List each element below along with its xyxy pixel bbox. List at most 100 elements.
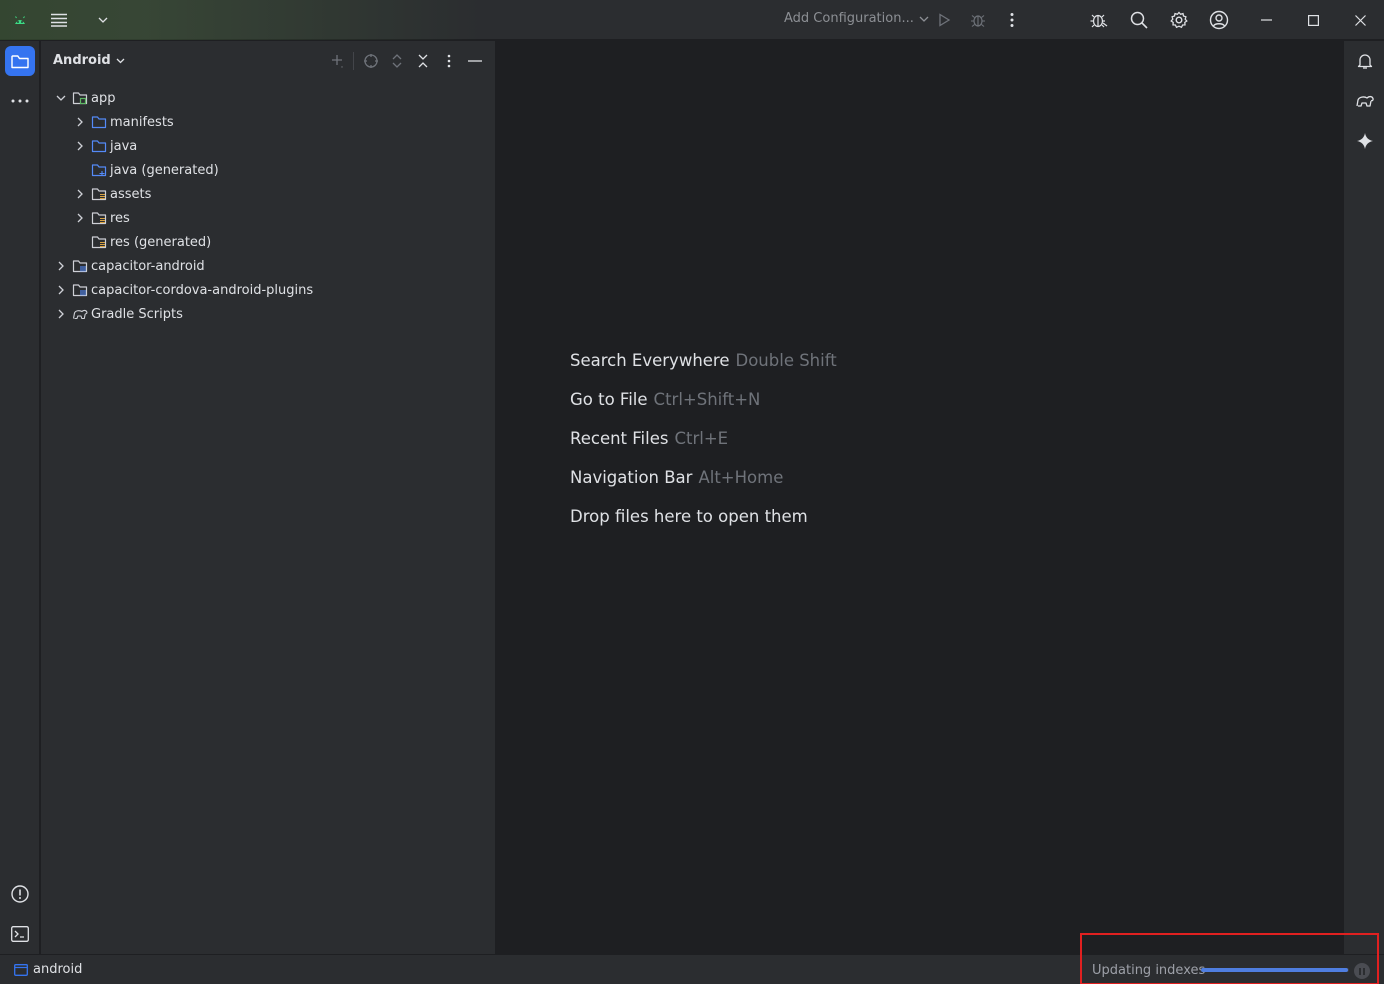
resource-folder-icon — [91, 210, 107, 226]
collapse-all-icon[interactable] — [413, 51, 433, 71]
tree-node-label: java — [110, 138, 138, 154]
chevron-right-icon[interactable] — [73, 187, 87, 201]
chevron-placeholder — [73, 235, 87, 249]
editor-hint: Navigation Bar Alt+Home — [570, 468, 837, 507]
maximize-window-icon[interactable] — [1290, 0, 1336, 40]
chevron-down-icon — [116, 58, 125, 63]
hint-shortcut: Ctrl+E — [674, 429, 729, 448]
tree-node-label: res — [110, 210, 130, 226]
tree-node-gradle-scripts[interactable]: Gradle Scripts — [54, 302, 183, 326]
chevron-right-icon[interactable] — [73, 139, 87, 153]
library-module-icon — [72, 258, 88, 274]
left-tool-window-strip — [0, 41, 40, 954]
hint-action: Navigation Bar — [570, 468, 693, 487]
tree-node-label: assets — [110, 186, 152, 202]
main-menu-icon[interactable] — [45, 6, 73, 34]
select-opened-file-target-icon[interactable] — [361, 51, 381, 71]
hint-shortcut: Ctrl+Shift+N — [653, 390, 761, 409]
right-tool-window-strip — [1343, 41, 1384, 954]
app-quality-insights-icon[interactable] — [1085, 6, 1113, 34]
android-studio-logo-icon[interactable] — [6, 6, 34, 34]
tree-node-label: capacitor-android — [91, 258, 205, 274]
header-divider — [353, 52, 354, 70]
ai-assistant-sparkle-icon[interactable] — [1350, 126, 1380, 156]
generated-folder-icon — [91, 162, 107, 178]
gradle-elephant-icon[interactable] — [1350, 86, 1380, 116]
problems-icon[interactable] — [5, 879, 35, 909]
tree-node-assets[interactable]: assets — [73, 182, 151, 206]
chevron-down-icon — [919, 16, 929, 22]
project-tool-window: Android app manifests java java (generated)… — [41, 41, 496, 954]
editor-hint: Drop files here to open them — [570, 507, 837, 546]
progress-bar-fill — [1201, 968, 1348, 972]
more-actions-icon[interactable] — [998, 6, 1026, 34]
tree-node-label: Gradle Scripts — [91, 306, 183, 322]
chevron-right-icon[interactable] — [73, 211, 87, 225]
gradle-icon — [72, 306, 88, 322]
run-icon[interactable] — [930, 6, 958, 34]
tree-node-label: res (generated) — [110, 234, 212, 250]
project-view-mode-label: Android — [53, 53, 111, 68]
run-configuration-label: Add Configuration... — [784, 11, 914, 26]
folder-icon — [91, 114, 107, 130]
close-window-icon[interactable] — [1337, 0, 1383, 40]
pause-indexing-icon[interactable] — [1354, 963, 1370, 979]
tree-node-capacitor-cordova-android-plugins[interactable]: capacitor-cordova-android-plugins — [54, 278, 313, 302]
tree-node-java[interactable]: java — [73, 134, 137, 158]
chevron-right-icon[interactable] — [54, 307, 68, 321]
editor-hint: Recent Files Ctrl+E — [570, 429, 837, 468]
tree-node-app[interactable]: app — [54, 86, 115, 110]
tree-node-label: manifests — [110, 114, 174, 130]
panel-options-icon[interactable] — [439, 51, 459, 71]
tree-node-java-generated[interactable]: java (generated) — [73, 158, 219, 182]
project-tool-window-folder-icon[interactable] — [5, 46, 35, 76]
tree-node-label: capacitor-cordova-android-plugins — [91, 282, 314, 298]
hide-panel-icon[interactable] — [465, 51, 485, 71]
project-view-selector[interactable]: Android — [53, 53, 125, 68]
project-dropdown-chevron-icon[interactable] — [89, 6, 117, 34]
indexing-progress-highlight: Updating indexes — [1080, 933, 1379, 984]
search-icon[interactable] — [1125, 6, 1153, 34]
tree-node-res[interactable]: res — [73, 206, 130, 230]
terminal-icon[interactable] — [5, 919, 35, 949]
tree-node-res-generated[interactable]: res (generated) — [73, 230, 211, 254]
editor-empty-state: Search Everywhere Double Shift Go to File C… — [497, 41, 1343, 954]
resource-folder-icon — [91, 234, 107, 250]
minimize-window-icon[interactable] — [1243, 0, 1289, 40]
breadcrumb[interactable]: android — [14, 962, 82, 977]
library-module-icon — [72, 282, 88, 298]
tree-node-manifests[interactable]: manifests — [73, 110, 174, 134]
hint-shortcut: Double Shift — [735, 351, 837, 370]
progress-bar[interactable] — [1201, 968, 1349, 972]
status-bar: android Updating indexes — [0, 933, 1384, 984]
editor-hint: Search Everywhere Double Shift — [570, 351, 837, 390]
resource-folder-icon — [91, 186, 107, 202]
tree-node-capacitor-android[interactable]: capacitor-android — [54, 254, 205, 278]
tree-node-label: java (generated) — [110, 162, 219, 178]
chevron-placeholder — [73, 163, 87, 177]
folder-icon — [91, 138, 107, 154]
add-file-plus-icon[interactable] — [328, 51, 348, 71]
hint-action: Recent Files — [570, 429, 669, 448]
module-icon — [14, 963, 28, 976]
chevron-right-icon[interactable] — [54, 283, 68, 297]
chevron-right-icon[interactable] — [54, 259, 68, 273]
account-icon[interactable] — [1205, 6, 1233, 34]
chevron-down-icon[interactable] — [54, 91, 68, 105]
hint-action: Drop files here to open them — [570, 507, 808, 526]
project-panel-header: Android — [41, 41, 496, 81]
notifications-bell-icon[interactable] — [1350, 46, 1380, 76]
editor-hint: Go to File Ctrl+Shift+N — [570, 390, 837, 429]
progress-label[interactable]: Updating indexes — [1092, 963, 1205, 978]
module-icon — [72, 90, 88, 106]
hint-action: Search Everywhere — [570, 351, 730, 370]
hint-action: Go to File — [570, 390, 648, 409]
run-configuration-selector[interactable]: Add Configuration... — [784, 11, 929, 26]
debug-icon[interactable] — [964, 6, 992, 34]
more-tool-windows-icon[interactable] — [5, 86, 35, 116]
chevron-right-icon[interactable] — [73, 115, 87, 129]
title-bar: Add Configuration... — [0, 0, 1384, 40]
project-name: android — [33, 962, 83, 977]
expand-all-icon[interactable] — [387, 51, 407, 71]
settings-gear-icon[interactable] — [1165, 6, 1193, 34]
